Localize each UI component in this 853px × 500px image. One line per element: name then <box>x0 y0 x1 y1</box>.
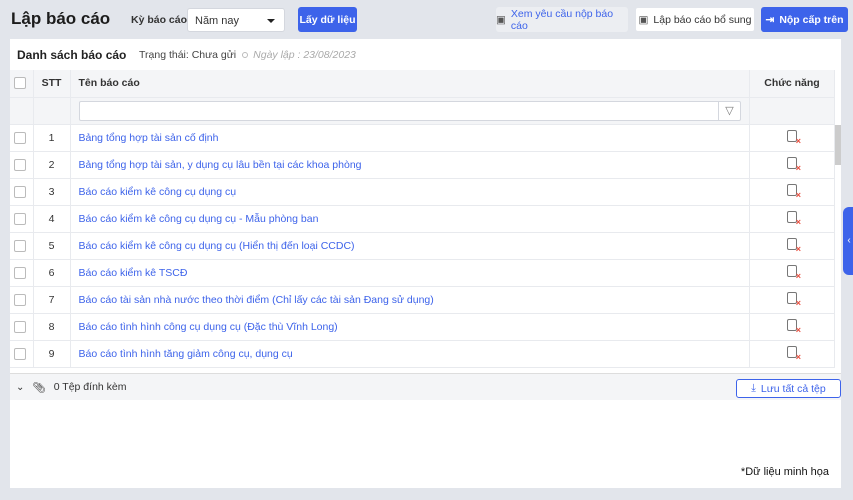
row-checkbox[interactable] <box>14 212 26 225</box>
attachments-count: 0 Tệp đính kèm <box>53 381 127 393</box>
side-panel-toggle[interactable]: ‹ <box>843 207 853 275</box>
scrollbar[interactable] <box>835 125 841 165</box>
get-data-button[interactable]: Lấy dữ liệu <box>298 7 357 32</box>
attachments-bar: ⌄ 📎︎ 0 Tệp đính kèm ⤓ Lưu tất cả tệp <box>10 373 841 400</box>
delete-report-icon[interactable] <box>787 319 801 335</box>
report-link[interactable]: Báo cáo kiểm kê TSCĐ <box>70 259 750 287</box>
delete-report-icon[interactable] <box>787 184 801 200</box>
table-row[interactable]: 9 Báo cáo tình hình tăng giảm công cụ, d… <box>10 340 835 368</box>
row-stt: 2 <box>33 151 71 179</box>
save-all-button[interactable]: ⤓ Lưu tất cả tệp <box>736 379 841 398</box>
report-plus-icon: ▣ <box>638 13 649 26</box>
chevron-left-icon: ‹ <box>847 235 851 246</box>
status-text: Trạng thái: Chưa gửi <box>139 49 237 61</box>
delete-report-icon[interactable] <box>787 292 801 308</box>
report-link[interactable]: Báo cáo tình hình tăng giảm công cụ, dụn… <box>70 340 750 368</box>
table-row[interactable]: 3 Báo cáo kiểm kê công cụ dụng cụ <box>10 178 835 206</box>
submit-label: Nộp cấp trên <box>779 13 844 26</box>
delete-report-icon[interactable] <box>787 238 801 254</box>
row-stt: 3 <box>33 178 71 206</box>
report-link[interactable]: Báo cáo kiểm kê công cụ dụng cụ (Hiển th… <box>70 232 750 260</box>
download-icon: ⤓ <box>751 382 756 394</box>
row-stt: 8 <box>33 313 71 341</box>
col-stt: STT <box>33 70 71 98</box>
row-checkbox[interactable] <box>14 239 26 252</box>
name-filter-input[interactable]: ▽ <box>78 100 741 121</box>
table-row[interactable]: 7 Báo cáo tài sản nhà nước theo thời điể… <box>10 286 835 314</box>
delete-report-icon[interactable] <box>787 130 801 146</box>
delete-report-icon[interactable] <box>787 265 801 281</box>
row-checkbox[interactable] <box>14 293 26 306</box>
row-checkbox[interactable] <box>14 185 26 198</box>
row-stt: 4 <box>33 205 71 233</box>
table-row[interactable]: 1 Bảng tổng hợp tài sản cố định <box>10 124 835 152</box>
report-link[interactable]: Bảng tổng hợp tài sản cố định <box>70 124 750 152</box>
created-date: Ngày lập : 23/08/2023 <box>253 49 356 61</box>
report-table: STT Tên báo cáo Chức năng ▽ 1 Bảng tổng … <box>10 70 835 368</box>
row-checkbox[interactable] <box>14 320 26 333</box>
delete-report-icon[interactable] <box>787 157 801 173</box>
col-name: Tên báo cáo <box>70 70 750 98</box>
exit-arrow-icon: ⇥ <box>765 13 775 26</box>
table-row[interactable]: 4 Báo cáo kiểm kê công cụ dụng cụ - Mẫu … <box>10 205 835 233</box>
view-requests-button[interactable]: ▣ Xem yêu cầu nộp báo cáo <box>496 7 628 32</box>
report-link[interactable]: Bảng tổng hợp tài sản, y dụng cụ lâu bền… <box>70 151 750 179</box>
view-requests-label: Xem yêu cầu nộp báo cáo <box>510 7 614 32</box>
table-row[interactable]: 2 Bảng tổng hợp tài sản, y dụng cụ lâu b… <box>10 151 835 179</box>
table-row[interactable]: 5 Báo cáo kiểm kê công cụ dụng cụ (Hiển … <box>10 232 835 260</box>
row-checkbox[interactable] <box>14 131 26 144</box>
chevron-down-icon[interactable]: ⌄ <box>16 382 24 393</box>
demo-note: *Dữ liệu minh họa <box>740 466 829 478</box>
filter-icon[interactable]: ▽ <box>718 101 740 120</box>
status-line: Trạng thái: Chưa gửi Ngày lập : 23/08/202… <box>139 49 356 61</box>
add-report-label: Lập báo cáo bổ sung <box>653 13 752 26</box>
row-stt: 9 <box>33 340 71 368</box>
row-stt: 6 <box>33 259 71 287</box>
period-value: Năm nay <box>195 15 240 27</box>
delete-report-icon[interactable] <box>787 346 801 362</box>
dot-icon <box>242 52 249 58</box>
report-link[interactable]: Báo cáo tài sản nhà nước theo thời điểm … <box>70 286 750 314</box>
report-link[interactable]: Báo cáo kiểm kê công cụ dụng cụ <box>70 178 750 206</box>
row-stt: 1 <box>33 124 71 152</box>
report-star-icon: ▣ <box>496 13 506 26</box>
row-checkbox[interactable] <box>14 347 26 360</box>
delete-report-icon[interactable] <box>787 211 801 227</box>
period-select[interactable]: Năm nay <box>187 8 285 32</box>
row-stt: 7 <box>33 286 71 314</box>
report-panel: Danh sách báo cáo Trạng thái: Chưa gửi Ng… <box>10 39 841 488</box>
row-stt: 5 <box>33 232 71 260</box>
table-row[interactable]: 6 Báo cáo kiểm kê TSCĐ <box>10 259 835 287</box>
report-link[interactable]: Báo cáo tình hình công cụ dụng cụ (Đặc t… <box>70 313 750 341</box>
add-report-button[interactable]: ▣ Lập báo cáo bổ sung <box>635 7 755 32</box>
caret-down-icon <box>267 19 275 23</box>
table-row[interactable]: 8 Báo cáo tình hình công cụ dụng cụ (Đặc… <box>10 313 835 341</box>
submit-button[interactable]: ⇥ Nộp cấp trên <box>761 7 848 32</box>
paperclip-icon: 📎︎ <box>32 381 46 394</box>
row-checkbox[interactable] <box>14 158 26 171</box>
select-all-checkbox[interactable] <box>14 77 26 90</box>
save-all-label: Lưu tất cả tệp <box>760 382 826 395</box>
col-actions: Chức năng <box>749 70 835 98</box>
row-checkbox[interactable] <box>14 266 26 279</box>
panel-title: Danh sách báo cáo <box>17 48 127 62</box>
report-link[interactable]: Báo cáo kiểm kê công cụ dụng cụ - Mẫu ph… <box>70 205 750 233</box>
period-label: Kỳ báo cáo <box>131 14 188 26</box>
page-title: Lập báo cáo <box>11 9 111 28</box>
